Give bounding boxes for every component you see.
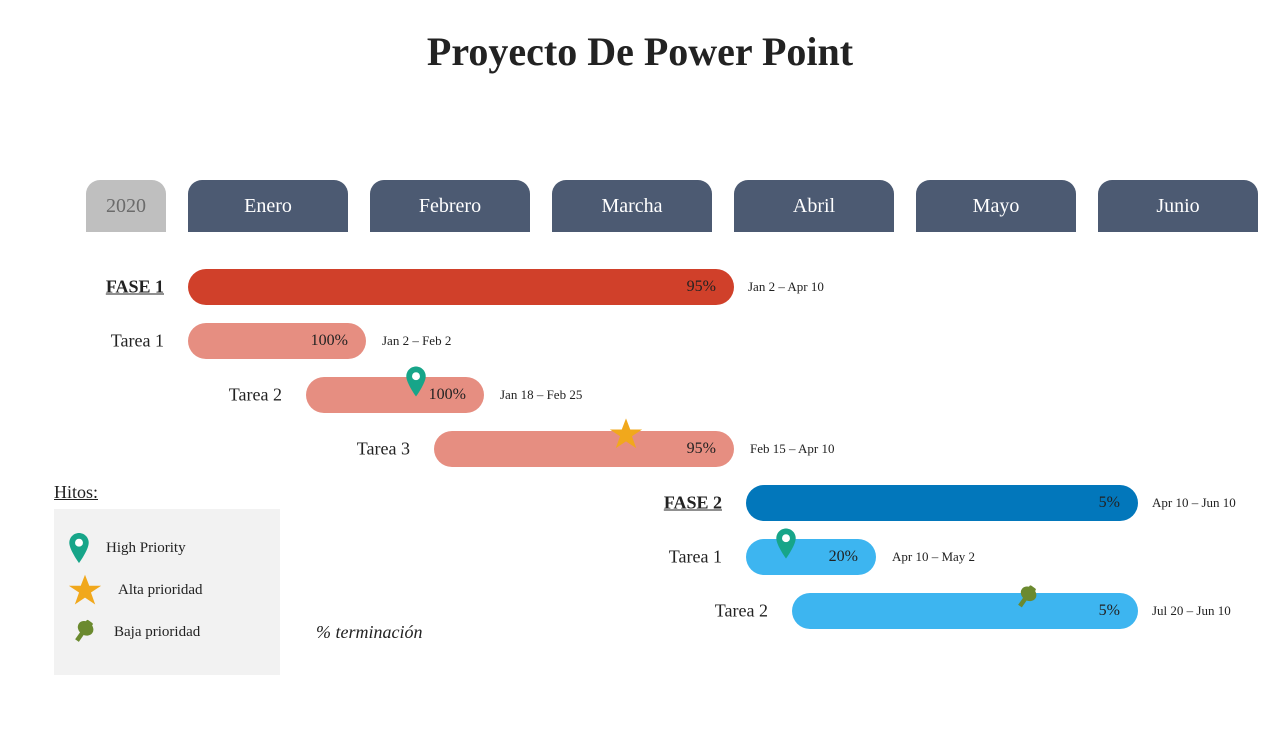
gantt-bar: 95% (188, 269, 734, 305)
legend-item: Alta prioridad (68, 573, 266, 607)
star-icon (609, 417, 643, 451)
legend: Hitos: High Priority Alta prioridad Baja… (54, 482, 280, 675)
row-label: Tarea 1 (669, 547, 734, 568)
pushpin-icon (68, 617, 98, 647)
date-label: Apr 10 – May 2 (892, 549, 975, 565)
phase-row: FASE 1 95% Jan 2 – Apr 10 (0, 263, 1280, 311)
gantt-bar: 5% (792, 593, 1138, 629)
legend-label: Alta prioridad (118, 582, 203, 599)
task-row: Tarea 2 100% Jan 18 – Feb 25 (0, 371, 1280, 419)
legend-item: Baja prioridad (68, 617, 266, 647)
date-label: Jan 2 – Feb 2 (382, 333, 451, 349)
legend-item: High Priority (68, 533, 266, 563)
gantt-bar: 100% (188, 323, 366, 359)
month-cell: Febrero (370, 180, 530, 232)
date-label: Apr 10 – Jun 10 (1152, 495, 1236, 511)
gantt-bar: 20% (746, 539, 876, 575)
task-row: Tarea 3 95% Feb 15 – Apr 10 (0, 425, 1280, 473)
legend-label: High Priority (106, 540, 186, 557)
gantt-bar: 100% (306, 377, 484, 413)
gantt-bar: 95% (434, 431, 734, 467)
pin-icon (68, 533, 90, 563)
gantt-bar: 5% (746, 485, 1138, 521)
date-label: Feb 15 – Apr 10 (750, 441, 835, 457)
legend-box: High Priority Alta prioridad Baja priori… (54, 509, 280, 675)
year-cell: 2020 (86, 180, 166, 232)
month-cell: Mayo (916, 180, 1076, 232)
row-label: Tarea 2 (715, 601, 780, 622)
star-icon (68, 573, 102, 607)
date-label: Jan 2 – Apr 10 (748, 279, 824, 295)
chart-title: Proyecto De Power Point (0, 28, 1280, 75)
footer-note: % terminación (316, 622, 422, 643)
month-cell: Enero (188, 180, 348, 232)
row-label: Tarea 1 (111, 331, 176, 352)
month-cell: Abril (734, 180, 894, 232)
row-label: FASE 2 (664, 493, 734, 514)
row-label: Tarea 3 (357, 439, 422, 460)
date-label: Jul 20 – Jun 10 (1152, 603, 1231, 619)
row-label: Tarea 2 (229, 385, 294, 406)
pushpin-icon (1011, 583, 1041, 613)
task-row: Tarea 1 100% Jan 2 – Feb 2 (0, 317, 1280, 365)
month-cell: Marcha (552, 180, 712, 232)
pin-teal-icon (405, 367, 427, 397)
row-label: FASE 1 (106, 277, 176, 298)
month-cell: Junio (1098, 180, 1258, 232)
legend-title: Hitos: (54, 482, 280, 503)
legend-label: Baja prioridad (114, 624, 200, 641)
pin-teal-icon (775, 529, 797, 559)
month-header: 2020 Enero Febrero Marcha Abril Mayo Jun… (86, 180, 1258, 232)
date-label: Jan 18 – Feb 25 (500, 387, 582, 403)
